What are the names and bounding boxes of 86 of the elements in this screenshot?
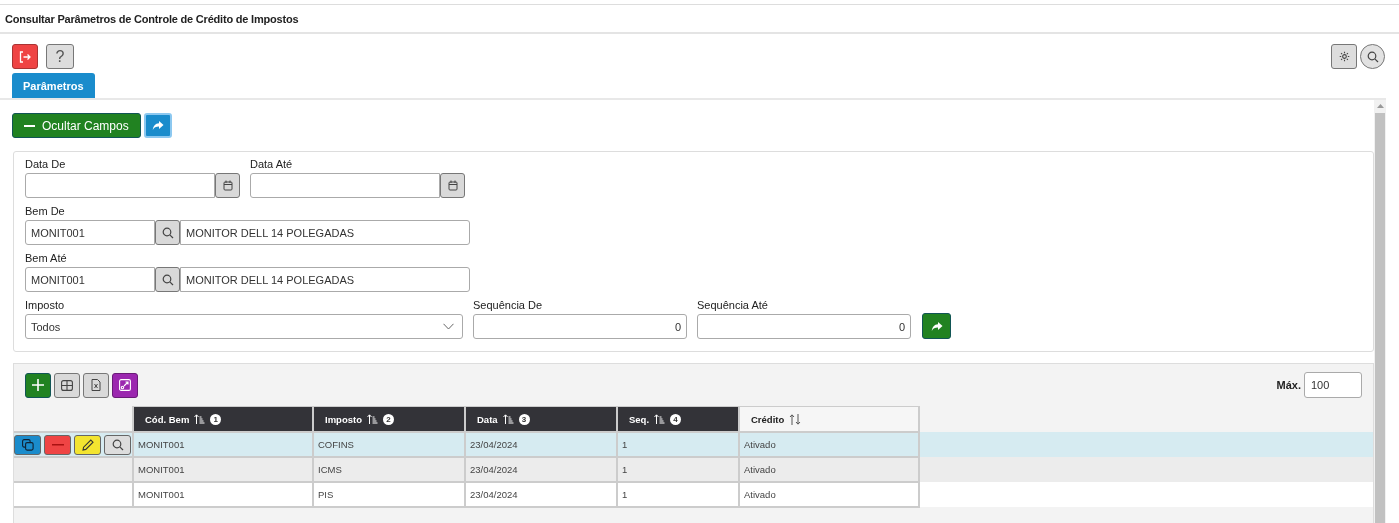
field-label: Bem De	[25, 205, 66, 219]
sort-order-badge: 4	[670, 413, 682, 425]
table-icon	[61, 379, 73, 391]
forward-arrow-icon	[930, 320, 943, 332]
selected-row[interactable]: MONIT001 COFINS 23/04/2024 1 Ativado	[14, 432, 1373, 457]
column-header[interactable]: Cód. Bem	[145, 413, 190, 425]
tab[interactable]: Parâmetros	[12, 73, 95, 98]
field-label: Bem Até	[25, 252, 68, 266]
exit-icon	[19, 50, 31, 63]
minus-icon	[51, 443, 64, 446]
max-label: Máx.	[1276, 379, 1301, 391]
calendar-icon	[447, 180, 458, 191]
code-field[interactable]: MONIT001	[25, 220, 155, 245]
expand-icon	[119, 379, 131, 391]
table-cell: Ativado	[744, 489, 776, 500]
help-button[interactable]: ?	[46, 44, 74, 69]
chevron-down-icon	[443, 323, 454, 330]
field-label: Data De	[25, 158, 67, 172]
field-label: Data Até	[250, 158, 294, 172]
expand-button[interactable]	[112, 372, 138, 398]
export-button[interactable]	[83, 372, 109, 398]
column-header[interactable]: Crédito	[751, 413, 785, 425]
number-field[interactable]: 0	[473, 314, 687, 339]
forward-arrow-icon	[151, 120, 164, 131]
date-field[interactable]	[25, 173, 215, 198]
table-cell: 23/04/2024	[470, 489, 518, 500]
forward-button[interactable]	[143, 113, 172, 138]
number-field[interactable]: 0	[697, 314, 911, 339]
plus-icon	[32, 379, 44, 391]
search-button[interactable]	[1360, 44, 1385, 69]
code-field[interactable]: MONIT001	[25, 267, 155, 292]
table-cell: MONIT001	[138, 464, 185, 475]
calendar-button[interactable]	[440, 173, 465, 198]
table-cell: 1	[622, 439, 628, 450]
delete-button[interactable]	[44, 434, 71, 455]
scrollbar[interactable]	[1374, 100, 1386, 523]
sort-order-badge: 1	[210, 413, 222, 425]
search-icon	[161, 273, 174, 286]
table-cell: 1	[622, 489, 628, 500]
copy-icon	[21, 438, 34, 451]
max-field[interactable]: 100	[1304, 372, 1362, 398]
table-cell: ICMS	[318, 464, 342, 475]
date-field[interactable]	[250, 173, 440, 198]
apply-button[interactable]	[922, 313, 951, 339]
edit-button[interactable]	[74, 434, 101, 455]
spreadsheet-file-icon	[91, 379, 101, 391]
table-cell: Ativado	[744, 439, 776, 450]
select-value: Todos	[31, 320, 61, 333]
column-header[interactable]: Seq.	[629, 413, 650, 425]
hide-fields-button[interactable]: Ocultar Campos	[12, 113, 141, 138]
scroll-up-icon	[1376, 104, 1384, 108]
table-cell: MONIT001	[138, 489, 185, 500]
exit-button[interactable]	[12, 44, 38, 69]
search-icon	[1366, 50, 1379, 63]
calendar-button[interactable]	[215, 173, 240, 198]
search-icon	[161, 226, 174, 239]
columns-button[interactable]	[54, 372, 80, 398]
select-field[interactable]: Todos	[25, 314, 463, 339]
table-cell: COFINS	[318, 439, 354, 450]
field-label: Sequência Até	[697, 299, 769, 313]
sort-order-badge: 2	[382, 413, 394, 425]
table-cell: 23/04/2024	[470, 464, 518, 475]
table-cell: 1	[622, 464, 628, 475]
field-label: Imposto	[25, 299, 66, 313]
calendar-icon	[222, 180, 233, 191]
window-title: Consultar Parâmetros de Controle de Crédito de Impostos	[0, 5, 1399, 34]
sort-order-badge: 3	[518, 413, 530, 425]
column-header[interactable]: Data	[477, 413, 498, 425]
field-label: Sequência De	[473, 299, 544, 313]
table-cell: MONIT001	[138, 439, 185, 450]
minus-icon	[24, 124, 35, 127]
settings-button[interactable]	[1331, 44, 1357, 69]
search-button[interactable]	[155, 220, 180, 245]
add-button[interactable]	[25, 372, 51, 398]
settings-icon	[1338, 51, 1350, 62]
table-cell: PIS	[318, 489, 334, 500]
search-icon	[111, 438, 124, 451]
column-header[interactable]: Imposto	[325, 413, 362, 425]
description-field: MONITOR DELL 14 POLEGADAS	[180, 220, 470, 245]
duplicate-button[interactable]	[14, 434, 41, 455]
table-cell: 23/04/2024	[470, 439, 518, 450]
pencil-icon	[81, 438, 94, 451]
search-button[interactable]	[155, 267, 180, 292]
description-field: MONITOR DELL 14 POLEGADAS	[180, 267, 470, 292]
table-cell: Ativado	[744, 464, 776, 475]
view-button[interactable]	[104, 434, 131, 455]
